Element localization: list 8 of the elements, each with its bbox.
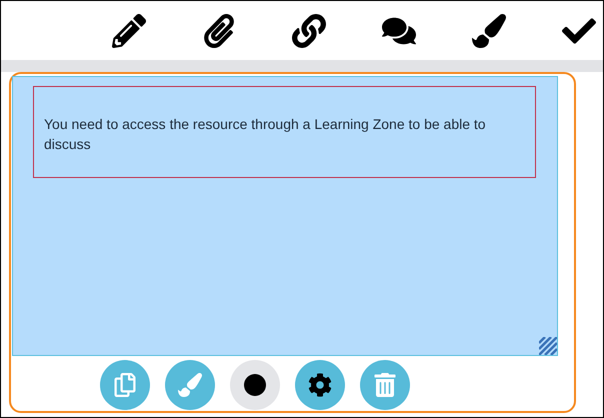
trash-icon xyxy=(373,373,397,397)
brush-icon xyxy=(178,373,202,397)
note-text: You need to access the resource through a Learning Zone to be able to discuss xyxy=(33,86,536,178)
gear-icon xyxy=(308,373,332,397)
resize-handle-icon[interactable] xyxy=(539,337,557,355)
copy-icon xyxy=(113,373,137,397)
settings-button[interactable] xyxy=(295,360,345,410)
color-button[interactable] xyxy=(230,360,280,410)
